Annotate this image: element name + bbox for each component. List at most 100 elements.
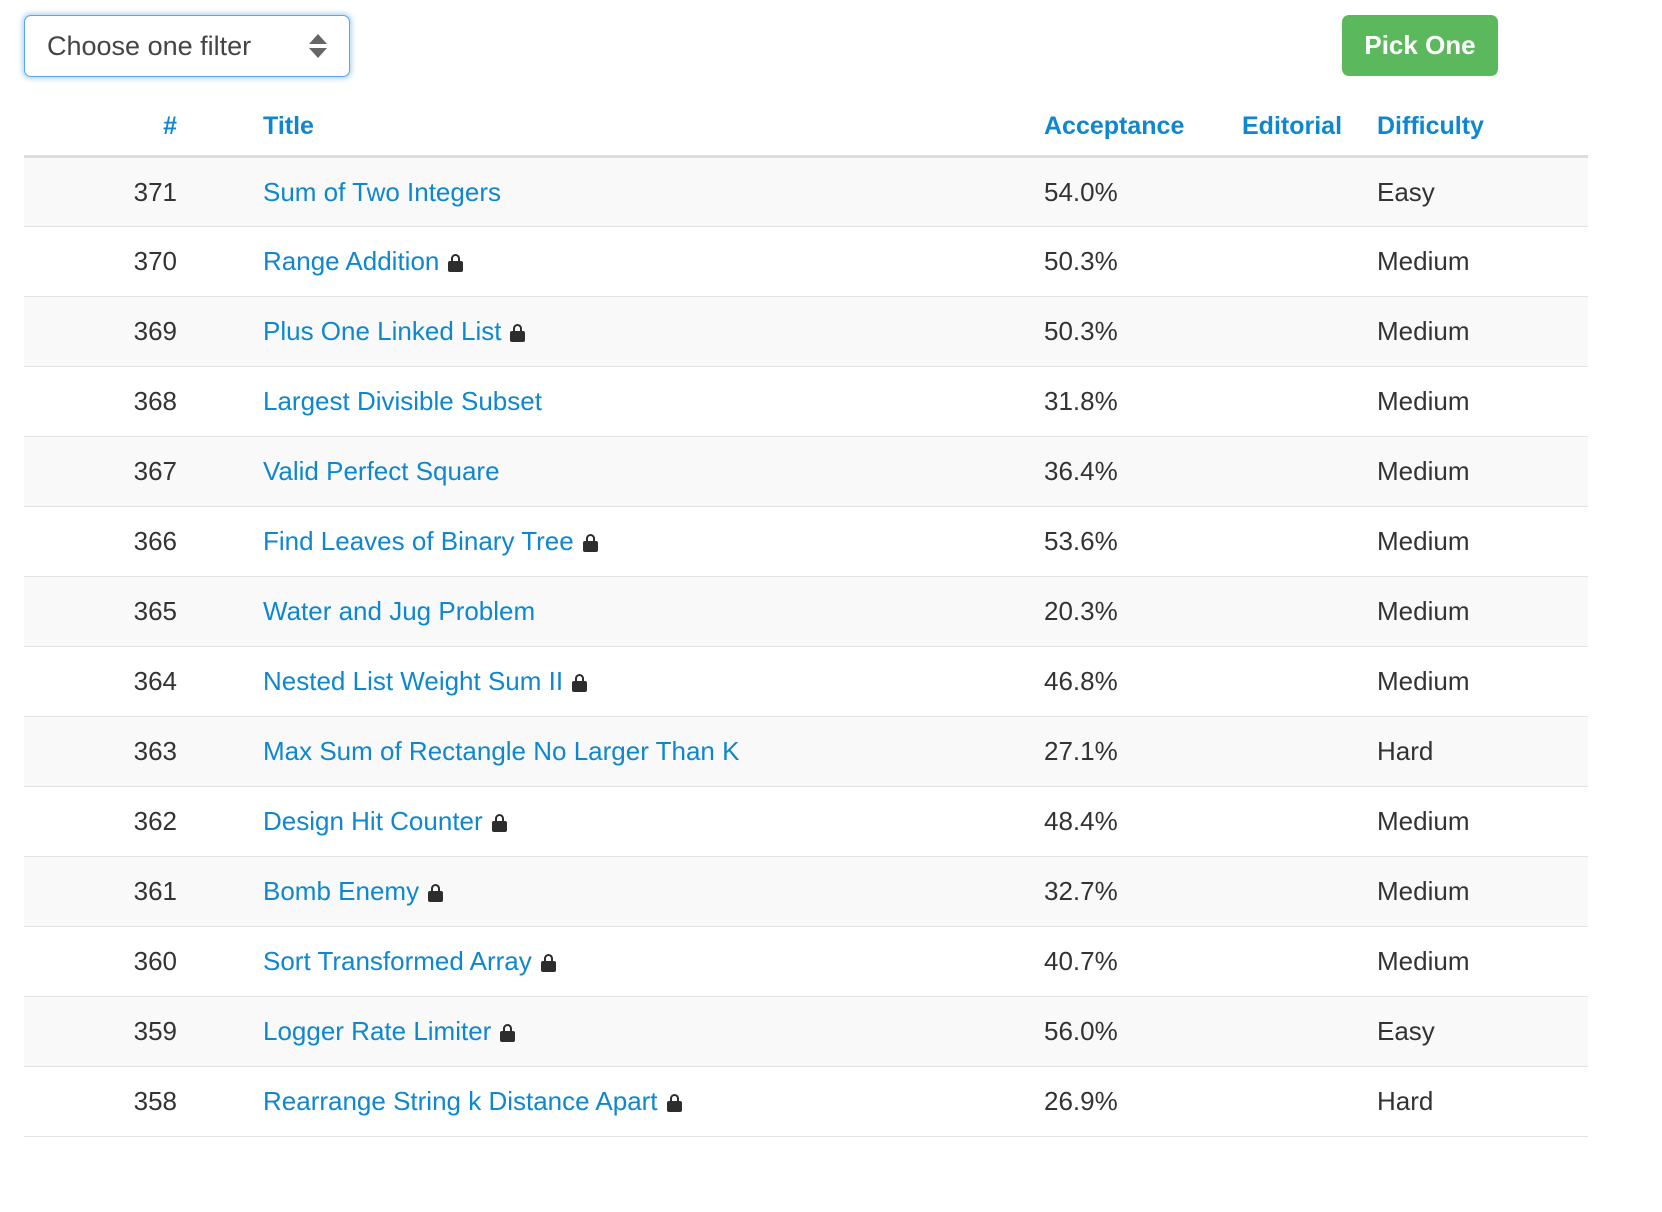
problem-title-link[interactable]: Water and Jug Problem	[263, 596, 535, 626]
cell-acceptance: 56.0%	[1017, 996, 1237, 1067]
cell-number: 368	[24, 366, 190, 437]
table-row[interactable]: 368 Largest Divisible Subset 31.8% Medium	[24, 366, 1588, 437]
cell-editorial	[1237, 366, 1372, 437]
table-row[interactable]: 359 Logger Rate Limiter 56.0% Easy	[24, 996, 1588, 1067]
cell-acceptance: 46.8%	[1017, 646, 1237, 717]
cell-difficulty: Medium	[1372, 646, 1588, 717]
problem-title-link[interactable]: Rearrange String k Distance Apart	[263, 1086, 682, 1116]
cell-number: 369	[24, 296, 190, 367]
problem-title-text: Rearrange String k Distance Apart	[263, 1086, 658, 1116]
cell-title: Rearrange String k Distance Apart	[190, 1066, 1017, 1137]
table-header-row: # Title Acceptance Editorial Difficulty	[24, 100, 1588, 158]
problem-title-link[interactable]: Bomb Enemy	[263, 876, 444, 906]
table-row[interactable]: 370 Range Addition 50.3% Medium	[24, 226, 1588, 297]
problem-title-link[interactable]: Nested List Weight Sum II	[263, 666, 588, 696]
cell-difficulty: Medium	[1372, 926, 1588, 997]
lock-icon	[500, 1024, 516, 1042]
cell-number: 363	[24, 716, 190, 787]
cell-difficulty: Easy	[1372, 156, 1588, 227]
cell-number: 370	[24, 226, 190, 297]
column-header-number[interactable]: #	[24, 100, 190, 158]
cell-number: 360	[24, 926, 190, 997]
chevron-up-icon	[309, 34, 327, 44]
cell-title: Nested List Weight Sum II	[190, 646, 1017, 717]
table-body: 371 Sum of Two Integers 54.0% Easy 370 Range …	[24, 156, 1588, 1137]
problem-title-link[interactable]: Find Leaves of Binary Tree	[263, 526, 598, 556]
cell-editorial	[1237, 156, 1372, 227]
problem-title-link[interactable]: Plus One Linked List	[263, 316, 526, 346]
table-row[interactable]: 365 Water and Jug Problem 20.3% Medium	[24, 576, 1588, 647]
column-header-title[interactable]: Title	[190, 100, 1017, 158]
cell-acceptance: 54.0%	[1017, 156, 1237, 227]
problem-title-text: Water and Jug Problem	[263, 596, 536, 626]
problem-title-link[interactable]: Range Addition	[263, 246, 464, 276]
cell-editorial	[1237, 926, 1372, 997]
filter-select[interactable]: Choose one filter	[24, 15, 350, 77]
column-header-editorial[interactable]: Editorial	[1237, 100, 1372, 158]
problem-title-text: Find Leaves of Binary Tree	[263, 526, 574, 556]
cell-acceptance: 53.6%	[1017, 506, 1237, 577]
table-row[interactable]: 371 Sum of Two Integers 54.0% Easy	[24, 156, 1588, 227]
page-root: Choose one filter Pick One # Title Accep…	[0, 0, 1662, 1212]
cell-title: Plus One Linked List	[190, 296, 1017, 367]
problem-title-text: Nested List Weight Sum II	[263, 666, 564, 696]
cell-editorial	[1237, 506, 1372, 577]
problem-title-link[interactable]: Design Hit Counter	[263, 806, 507, 836]
lock-icon	[540, 954, 556, 972]
table-row[interactable]: 363 Max Sum of Rectangle No Larger Than K…	[24, 716, 1588, 787]
pick-one-button[interactable]: Pick One	[1342, 15, 1498, 76]
table-row[interactable]: 367 Valid Perfect Square 36.4% Medium	[24, 436, 1588, 507]
column-header-acceptance[interactable]: Acceptance	[1017, 100, 1237, 158]
cell-difficulty: Medium	[1372, 576, 1588, 647]
problems-table-container: # Title Acceptance Editorial Difficulty …	[24, 100, 1588, 1137]
table-row[interactable]: 361 Bomb Enemy 32.7% Medium	[24, 856, 1588, 927]
cell-acceptance: 36.4%	[1017, 436, 1237, 507]
lock-icon	[582, 534, 598, 552]
stepper-arrows-icon[interactable]	[307, 34, 329, 58]
table-row[interactable]: 358 Rearrange String k Distance Apart 26.9…	[24, 1066, 1588, 1137]
cell-difficulty: Medium	[1372, 366, 1588, 437]
problems-table: # Title Acceptance Editorial Difficulty …	[24, 100, 1588, 1137]
lock-icon	[510, 324, 526, 342]
problem-title-text: Design Hit Counter	[263, 806, 483, 836]
table-row[interactable]: 364 Nested List Weight Sum II 46.8% Medium	[24, 646, 1588, 717]
cell-editorial	[1237, 576, 1372, 647]
cell-number: 371	[24, 156, 190, 227]
cell-title: Bomb Enemy	[190, 856, 1017, 927]
cell-editorial	[1237, 296, 1372, 367]
cell-difficulty: Hard	[1372, 1066, 1588, 1137]
cell-acceptance: 31.8%	[1017, 366, 1237, 437]
cell-acceptance: 48.4%	[1017, 786, 1237, 857]
cell-number: 358	[24, 1066, 190, 1137]
problem-title-link[interactable]: Logger Rate Limiter	[263, 1016, 516, 1046]
cell-difficulty: Medium	[1372, 506, 1588, 577]
cell-editorial	[1237, 786, 1372, 857]
filter-select-value: Choose one filter	[47, 30, 252, 61]
problem-title-text: Sum of Two Integers	[263, 176, 501, 207]
table-row[interactable]: 360 Sort Transformed Array 40.7% Medium	[24, 926, 1588, 997]
cell-title: Max Sum of Rectangle No Larger Than K	[190, 716, 1017, 787]
problem-title-text: Bomb Enemy	[263, 876, 420, 906]
table-row[interactable]: 366 Find Leaves of Binary Tree 53.6% Medium	[24, 506, 1588, 577]
lock-icon	[448, 254, 464, 272]
problem-title-link[interactable]: Max Sum of Rectangle No Larger Than K	[263, 736, 739, 766]
cell-number: 359	[24, 996, 190, 1067]
problem-title-text: Valid Perfect Square	[263, 456, 500, 486]
cell-number: 364	[24, 646, 190, 717]
cell-difficulty: Medium	[1372, 226, 1588, 297]
cell-difficulty: Hard	[1372, 716, 1588, 787]
problem-title-text: Max Sum of Rectangle No Larger Than K	[263, 736, 740, 766]
cell-editorial	[1237, 1066, 1372, 1137]
table-row[interactable]: 369 Plus One Linked List 50.3% Medium	[24, 296, 1588, 367]
problem-title-text: Logger Rate Limiter	[263, 1016, 492, 1046]
problem-title-link[interactable]: Largest Divisible Subset	[263, 386, 542, 416]
column-header-difficulty[interactable]: Difficulty	[1372, 100, 1588, 158]
cell-editorial	[1237, 226, 1372, 297]
problem-title-link[interactable]: Valid Perfect Square	[263, 456, 500, 486]
lock-icon	[572, 674, 588, 692]
problem-title-link[interactable]: Sort Transformed Array	[263, 946, 556, 976]
table-row[interactable]: 362 Design Hit Counter 48.4% Medium	[24, 786, 1588, 857]
cell-difficulty: Medium	[1372, 296, 1588, 367]
problem-title-link[interactable]: Sum of Two Integers	[263, 177, 501, 207]
cell-acceptance: 40.7%	[1017, 926, 1237, 997]
